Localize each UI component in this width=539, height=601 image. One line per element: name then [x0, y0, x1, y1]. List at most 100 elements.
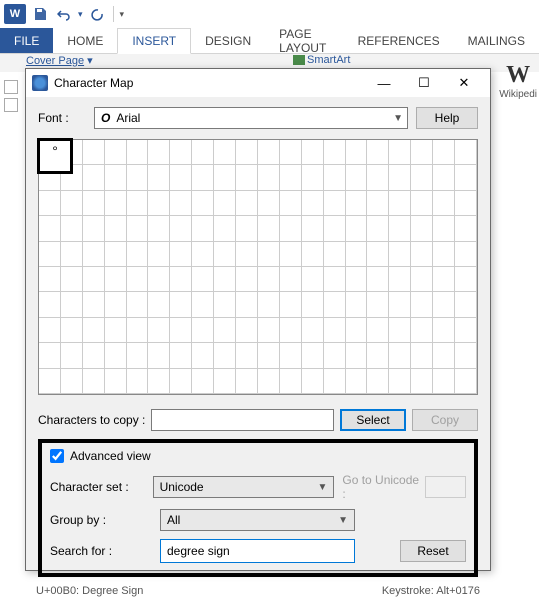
- grid-cell[interactable]: [411, 292, 433, 317]
- grid-cell[interactable]: [302, 369, 324, 394]
- grid-cell[interactable]: [411, 369, 433, 394]
- grid-cell[interactable]: [433, 318, 455, 343]
- grid-cell[interactable]: [105, 216, 127, 241]
- grid-cell[interactable]: [61, 292, 83, 317]
- grid-cell[interactable]: [280, 140, 302, 165]
- grid-cell[interactable]: [433, 216, 455, 241]
- tab-design[interactable]: DESIGN: [191, 28, 265, 53]
- grid-cell[interactable]: [148, 216, 170, 241]
- grid-cell[interactable]: [411, 242, 433, 267]
- grid-cell[interactable]: [367, 191, 389, 216]
- grid-cell[interactable]: [324, 369, 346, 394]
- header-icon[interactable]: [4, 80, 18, 94]
- grid-cell[interactable]: [346, 191, 368, 216]
- grid-cell[interactable]: [148, 191, 170, 216]
- grid-cell[interactable]: [455, 191, 477, 216]
- grid-cell[interactable]: [39, 216, 61, 241]
- grid-cell[interactable]: [258, 140, 280, 165]
- grid-cell[interactable]: [214, 216, 236, 241]
- grid-cell[interactable]: [61, 216, 83, 241]
- grid-cell[interactable]: [455, 140, 477, 165]
- grid-cell[interactable]: [170, 216, 192, 241]
- grid-cell[interactable]: [258, 292, 280, 317]
- grid-cell[interactable]: [236, 267, 258, 292]
- grid-cell[interactable]: [433, 165, 455, 190]
- groupby-select[interactable]: All ▼: [160, 509, 355, 531]
- grid-cell[interactable]: [280, 369, 302, 394]
- grid-cell[interactable]: [61, 318, 83, 343]
- grid-cell[interactable]: [433, 343, 455, 368]
- grid-cell[interactable]: [346, 369, 368, 394]
- grid-cell[interactable]: [411, 318, 433, 343]
- grid-cell[interactable]: [258, 267, 280, 292]
- grid-cell[interactable]: [148, 165, 170, 190]
- grid-cell[interactable]: [214, 267, 236, 292]
- grid-cell[interactable]: [127, 216, 149, 241]
- grid-cell[interactable]: [258, 165, 280, 190]
- grid-cell[interactable]: [170, 242, 192, 267]
- search-input[interactable]: [160, 539, 355, 563]
- grid-cell[interactable]: [302, 165, 324, 190]
- grid-cell[interactable]: [258, 318, 280, 343]
- grid-cell[interactable]: [214, 140, 236, 165]
- grid-cell[interactable]: [324, 343, 346, 368]
- grid-cell[interactable]: [127, 369, 149, 394]
- grid-cell[interactable]: [236, 318, 258, 343]
- grid-cell[interactable]: [258, 343, 280, 368]
- grid-cell[interactable]: [61, 191, 83, 216]
- grid-cell[interactable]: [61, 343, 83, 368]
- grid-cell[interactable]: [389, 216, 411, 241]
- grid-cell[interactable]: [258, 242, 280, 267]
- grid-cell[interactable]: [105, 292, 127, 317]
- grid-cell[interactable]: [214, 343, 236, 368]
- grid-cell[interactable]: [367, 140, 389, 165]
- grid-cell[interactable]: [192, 165, 214, 190]
- grid-cell[interactable]: [236, 242, 258, 267]
- grid-cell[interactable]: [148, 318, 170, 343]
- customize-qat-icon[interactable]: ▾: [120, 9, 125, 20]
- smartart-button[interactable]: SmartArt: [293, 54, 350, 66]
- font-select[interactable]: O Arial ▼: [94, 107, 408, 129]
- close-button[interactable]: ✕: [444, 69, 484, 97]
- grid-cell[interactable]: [280, 216, 302, 241]
- copy-button[interactable]: Copy: [412, 409, 478, 431]
- grid-cell[interactable]: [389, 165, 411, 190]
- grid-cell[interactable]: [302, 292, 324, 317]
- grid-cell[interactable]: [105, 343, 127, 368]
- grid-cell[interactable]: [192, 140, 214, 165]
- grid-cell[interactable]: [367, 165, 389, 190]
- grid-cell[interactable]: [170, 191, 192, 216]
- grid-cell[interactable]: [324, 140, 346, 165]
- grid-cell[interactable]: [258, 369, 280, 394]
- grid-cell[interactable]: [39, 292, 61, 317]
- grid-cell[interactable]: [127, 242, 149, 267]
- grid-cell[interactable]: [346, 165, 368, 190]
- grid-cell[interactable]: [105, 242, 127, 267]
- grid-cell[interactable]: [324, 165, 346, 190]
- grid-cell[interactable]: [280, 191, 302, 216]
- grid-cell[interactable]: [39, 267, 61, 292]
- grid-cell[interactable]: [411, 343, 433, 368]
- grid-cell[interactable]: [214, 191, 236, 216]
- grid-cell[interactable]: [83, 216, 105, 241]
- chars-to-copy-input[interactable]: [151, 409, 334, 431]
- tab-file[interactable]: FILE: [0, 28, 53, 53]
- grid-cell[interactable]: [367, 343, 389, 368]
- grid-cell[interactable]: [148, 140, 170, 165]
- grid-cell[interactable]: [105, 165, 127, 190]
- select-button[interactable]: Select: [340, 409, 406, 431]
- grid-cell[interactable]: [433, 267, 455, 292]
- grid-cell[interactable]: [192, 318, 214, 343]
- grid-cell[interactable]: [105, 369, 127, 394]
- grid-cell[interactable]: [411, 216, 433, 241]
- grid-cell[interactable]: [302, 216, 324, 241]
- grid-cell[interactable]: [214, 165, 236, 190]
- grid-cell[interactable]: [455, 165, 477, 190]
- grid-cell[interactable]: [192, 343, 214, 368]
- minimize-button[interactable]: —: [364, 69, 404, 97]
- redo-icon[interactable]: [87, 4, 107, 24]
- grid-cell[interactable]: [83, 343, 105, 368]
- grid-cell[interactable]: [367, 242, 389, 267]
- grid-cell[interactable]: [192, 216, 214, 241]
- grid-cell[interactable]: [170, 165, 192, 190]
